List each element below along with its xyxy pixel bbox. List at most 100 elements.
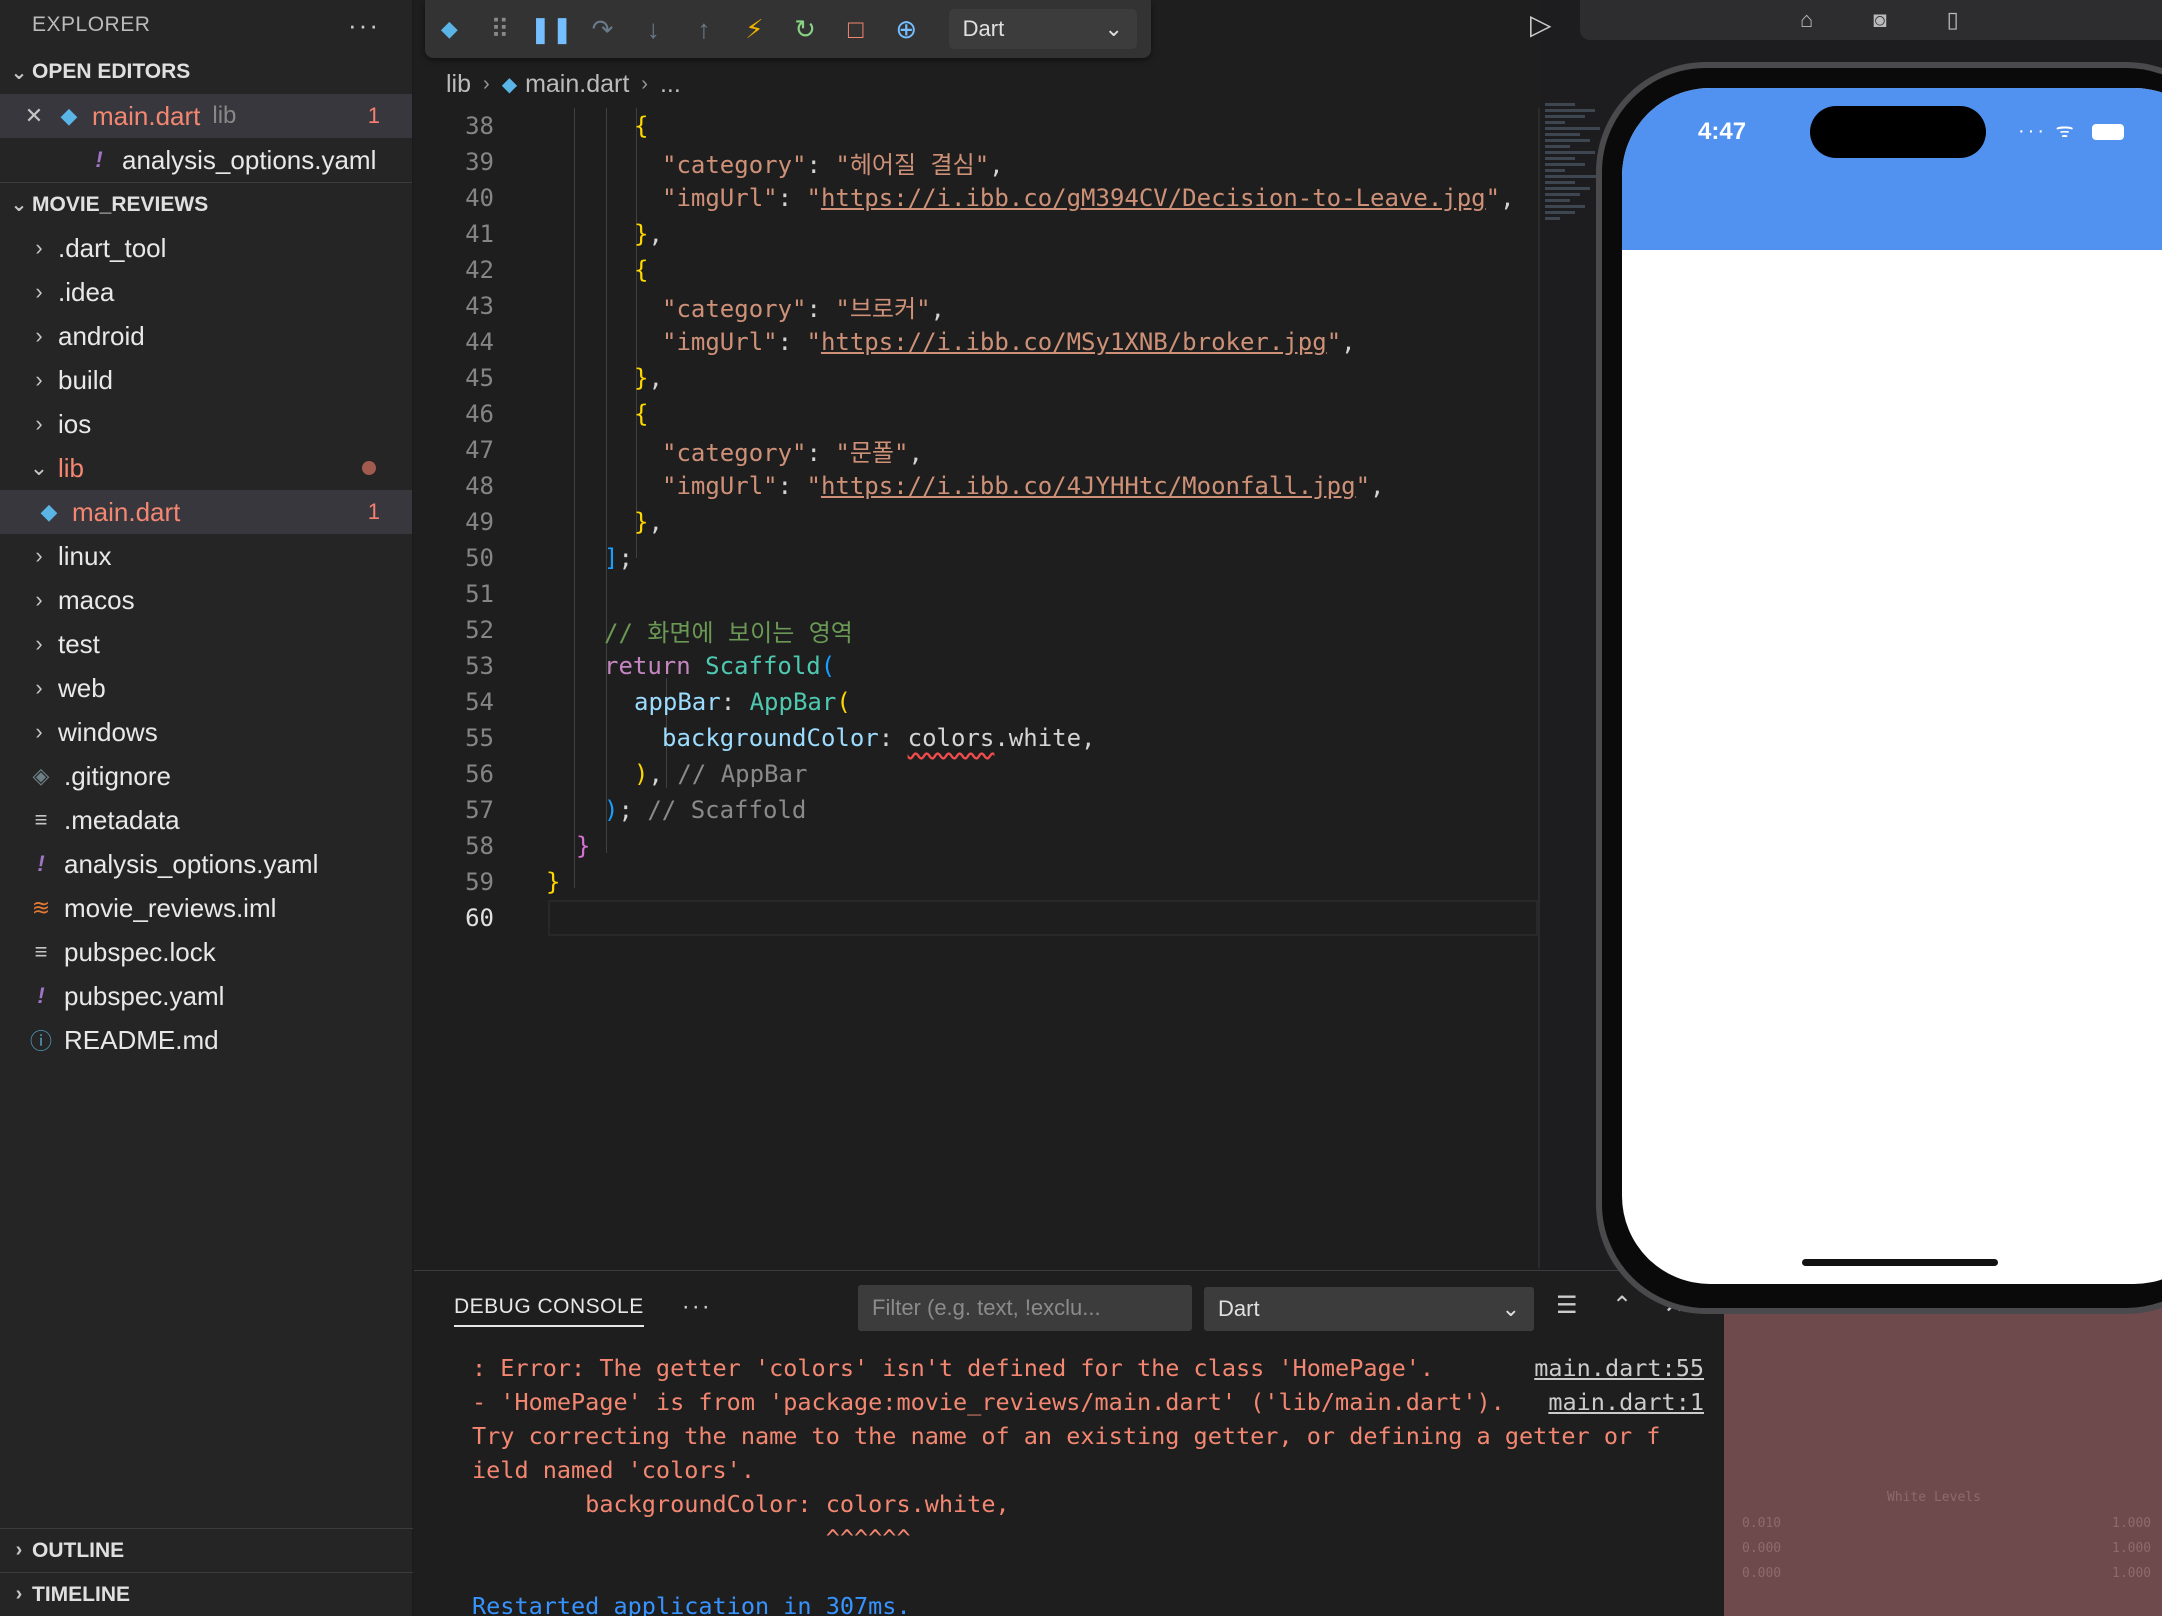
outline-title: OUTLINE [32, 1538, 125, 1562]
tree-item-movie-reviews-iml[interactable]: ≋ movie_reviews.iml [0, 886, 412, 930]
step-into-icon[interactable]: ↓ [639, 14, 668, 44]
tree-item-android[interactable]: › android [0, 314, 412, 358]
console-line: ^^^^^^ [472, 1521, 1704, 1555]
step-out-icon[interactable]: ↑ [690, 14, 719, 44]
console-text: backgroundColor: colors.white, [472, 1490, 1010, 1518]
tree-item-macos[interactable]: › macos [0, 578, 412, 622]
tree-item-build[interactable]: › build [0, 358, 412, 402]
console-line: backgroundColor: colors.white, [472, 1487, 1704, 1521]
explorer-header: EXPLORER ··· [0, 0, 412, 50]
chevron-right-icon: › [35, 235, 43, 260]
panel-more-icon[interactable]: ··· [682, 1293, 712, 1321]
open-editor-label: main.dart [92, 100, 201, 131]
run-icon[interactable]: ▷ [1530, 8, 1552, 41]
outline-section[interactable]: › OUTLINE [0, 1528, 413, 1572]
project-section[interactable]: ⌄ MOVIE_REVIEWS [0, 182, 412, 226]
tree-item-label: test [58, 628, 100, 659]
tree-item-main-dart[interactable]: ◆ main.dart 1 [0, 490, 412, 534]
restart-icon[interactable]: ↻ [791, 14, 820, 44]
tree-item-test[interactable]: › test [0, 622, 412, 666]
dynamic-island [1810, 106, 1986, 158]
tree-item-analysis-options-yaml[interactable]: ! analysis_options.yaml [0, 842, 412, 886]
console-text: ield named 'colors'. [472, 1456, 755, 1484]
vscode-window: White Levels 0.010 0.000 0.000 1.000 1.0… [0, 0, 2162, 1616]
maximize-panel-icon[interactable]: ⌃ [1612, 1291, 1632, 1320]
tree-item-pubspec-yaml[interactable]: ! pubspec.yaml [0, 974, 412, 1018]
debug-config-select[interactable]: Dart ⌄ [948, 9, 1137, 49]
hot-reload-icon[interactable]: ⚡ [740, 14, 769, 44]
home-icon[interactable]: ⌂ [1800, 7, 1813, 33]
line-number: 46 [465, 400, 494, 428]
property-name: backgroundColor [662, 724, 879, 752]
source-link[interactable]: main.dart:1 [1548, 1385, 1704, 1419]
tree-item-label: macos [58, 584, 135, 615]
breadcrumb-folder[interactable]: lib [446, 70, 471, 99]
image-url-link[interactable]: https://i.ibb.co/MSy1XNB/broker.jpg [821, 328, 1327, 356]
tree-item-dart-tool[interactable]: › .dart_tool [0, 226, 412, 270]
editor-scrollbar[interactable] [1538, 108, 1540, 1268]
line-number: 59 [465, 868, 494, 896]
line-number: 39 [465, 148, 494, 176]
image-url-link[interactable]: https://i.ibb.co/4JYHHtc/Moonfall.jpg [821, 472, 1356, 500]
tab-debug-console[interactable]: DEBUG CONSOLE [454, 1295, 644, 1327]
console-filter-input[interactable]: Filter (e.g. text, !exclu... [858, 1285, 1192, 1331]
open-editor-main-dart[interactable]: ✕ ◆ main.dart lib 1 [0, 94, 412, 138]
error-squiggle[interactable]: colors [908, 724, 995, 752]
explorer-more-icon[interactable]: ··· [348, 10, 380, 41]
timeline-section[interactable]: › TIMELINE [0, 1572, 413, 1616]
console-source-select[interactable]: Dart ⌄ [1204, 1287, 1534, 1331]
console-source-value: Dart [1218, 1296, 1260, 1321]
breadcrumb-file[interactable]: main.dart [525, 70, 629, 99]
member-access: .white, [994, 724, 1096, 752]
source-link[interactable]: main.dart:55 [1534, 1351, 1704, 1385]
tree-item-label: movie_reviews.iml [64, 892, 277, 923]
line-number: 42 [465, 256, 494, 284]
chevron-right-icon: › [35, 719, 43, 744]
chevron-down-icon: ⌄ [29, 455, 49, 480]
rss-file-icon: ≋ [31, 895, 51, 920]
tree-item-ios[interactable]: › ios [0, 402, 412, 446]
movie-category: "문폴" [835, 438, 909, 467]
breadcrumb-symbol[interactable]: ... [660, 70, 681, 99]
code-editor[interactable]: 38{ 39 "category": "헤어질 결심", 40 "imgUrl": … [414, 108, 1538, 1268]
rotate-icon[interactable]: ▯ [1947, 7, 1959, 33]
tree-item-pubspec-lock[interactable]: ≡ pubspec.lock [0, 930, 412, 974]
step-over-icon[interactable]: ↷ [588, 14, 617, 44]
tree-item-label: pubspec.lock [64, 936, 216, 967]
close-icon[interactable]: ✕ [12, 103, 56, 129]
tree-item-readme-md[interactable]: ⓘ README.md [0, 1018, 412, 1062]
clear-console-icon[interactable]: ☰ [1556, 1291, 1578, 1320]
tree-item-gitignore[interactable]: ◈ .gitignore [0, 754, 412, 798]
debug-config-value: Dart [962, 16, 1005, 41]
line-number-current: 60 [465, 904, 494, 932]
tree-item-web[interactable]: › web [0, 666, 412, 710]
console-line [472, 1555, 1704, 1589]
tree-item-label: ios [58, 408, 92, 439]
tree-item-windows[interactable]: › windows [0, 710, 412, 754]
open-editors-title: OPEN EDITORS [32, 60, 191, 83]
simulator-screen[interactable]: 4:47 ··· ᯤ [1622, 88, 2162, 1284]
drag-handle-icon[interactable]: ⠿ [486, 14, 515, 44]
tree-item-lib[interactable]: ⌄ lib [0, 446, 412, 490]
filter-placeholder: Filter (e.g. text, !exclu... [872, 1295, 1101, 1320]
stop-icon[interactable]: □ [841, 14, 870, 44]
inspect-widget-icon[interactable]: ⊕ [892, 14, 921, 44]
line-number: 49 [465, 508, 494, 536]
tree-item-idea[interactable]: › .idea [0, 270, 412, 314]
image-url-link[interactable]: https://i.ibb.co/gM394CV/Decision-to-Lea… [821, 184, 1486, 212]
json-key: "imgUrl" [662, 472, 778, 500]
chevron-right-icon: › [483, 72, 490, 95]
tree-item-label: .gitignore [64, 760, 171, 791]
tree-item-label: pubspec.yaml [64, 980, 225, 1011]
closing-label: // Scaffold [647, 796, 807, 824]
tree-item-metadata[interactable]: ≡ .metadata [0, 798, 412, 842]
pause-icon[interactable]: ❚❚ [529, 14, 573, 44]
property-name: appBar [634, 688, 721, 716]
screenshot-icon[interactable]: ◙ [1873, 7, 1886, 33]
tree-item-linux[interactable]: › linux [0, 534, 412, 578]
line-number: 47 [465, 436, 494, 464]
dart-devtools-icon[interactable]: ◆ [435, 14, 464, 44]
open-editors-section[interactable]: ⌄ OPEN EDITORS [0, 50, 412, 94]
open-editor-analysis-options[interactable]: ! analysis_options.yaml [0, 138, 412, 182]
